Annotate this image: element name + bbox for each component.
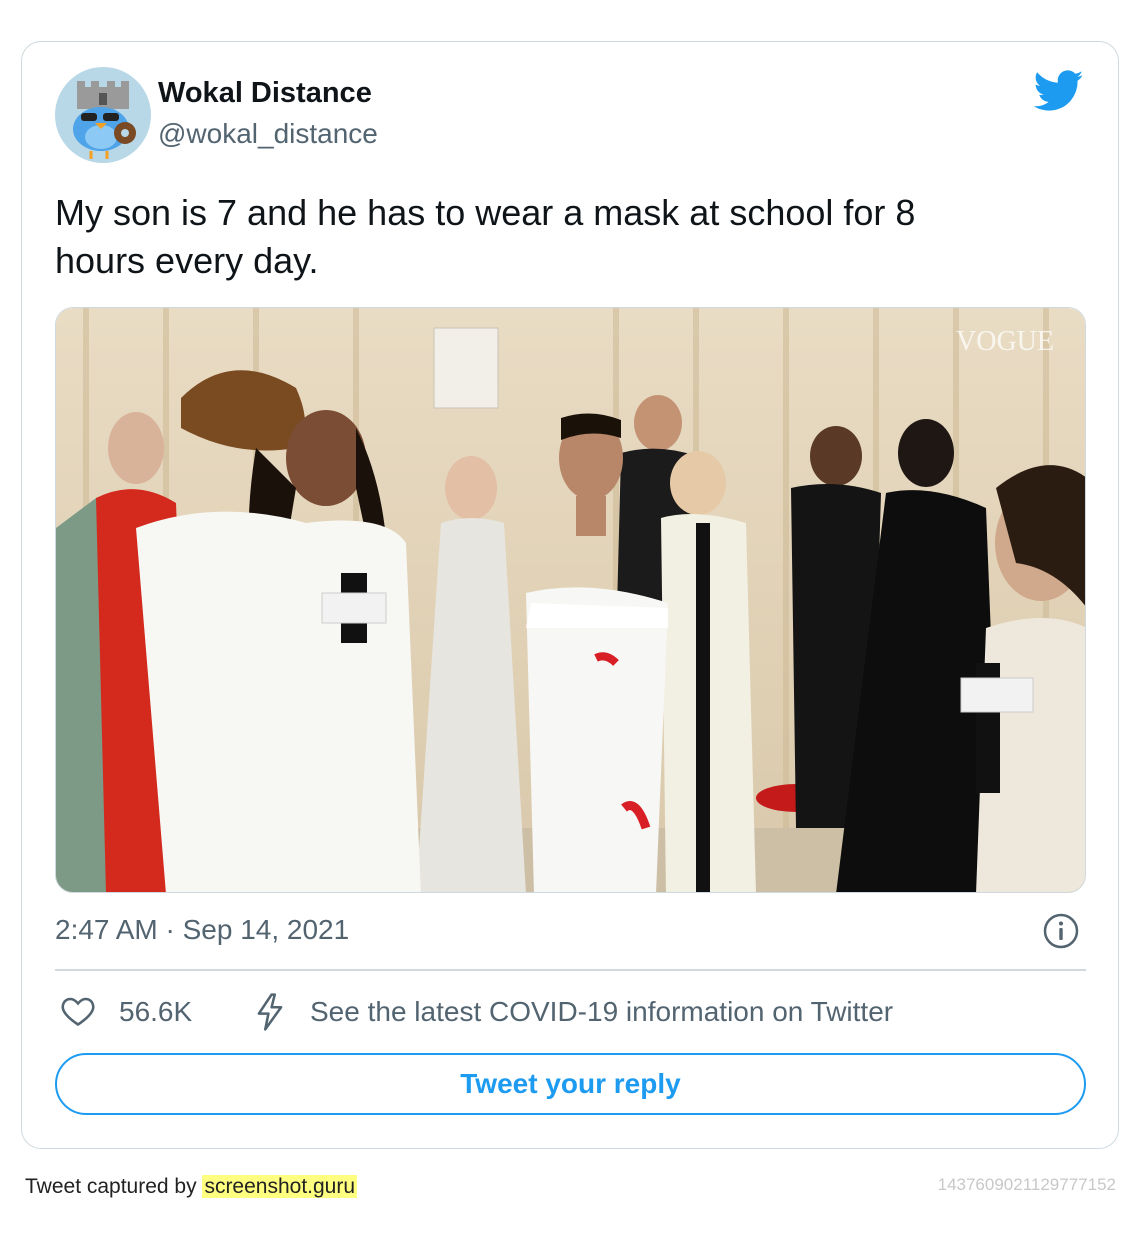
heart-icon[interactable]: [60, 993, 96, 1029]
capture-credit: Tweet captured by screenshot.guru: [25, 1175, 358, 1199]
avatar-image: [55, 67, 151, 163]
author-name[interactable]: Wokal Distance: [158, 77, 372, 110]
divider: [55, 969, 1086, 971]
tweet-timestamp[interactable]: 2:47 AM · Sep 14, 2021: [55, 914, 349, 946]
tweet-text: My son is 7 and he has to wear a mask at…: [55, 192, 916, 281]
capture-site-link[interactable]: screenshot.guru: [202, 1175, 358, 1198]
covid-info-link[interactable]: See the latest COVID-19 information on T…: [310, 996, 893, 1028]
author-handle[interactable]: @wokal_distance: [158, 118, 378, 150]
tweet-reply-button[interactable]: Tweet your reply: [55, 1053, 1086, 1115]
lightning-bolt-icon: [254, 993, 286, 1031]
vogue-watermark: VOGUE: [956, 326, 1054, 357]
twitter-bird-icon[interactable]: [1033, 70, 1084, 112]
info-circle-icon[interactable]: [1042, 912, 1080, 950]
media-photo: VOGUE: [56, 308, 1085, 892]
capture-credit-prefix: Tweet captured by: [25, 1175, 203, 1198]
author-avatar[interactable]: [55, 67, 151, 163]
tweet-card: Wokal Distance @wokal_distance My son is…: [21, 41, 1119, 1149]
like-count[interactable]: 56.6K: [119, 996, 192, 1028]
tweet-media[interactable]: VOGUE: [55, 307, 1086, 893]
tweet-id: 1437609021129777152: [937, 1175, 1116, 1194]
